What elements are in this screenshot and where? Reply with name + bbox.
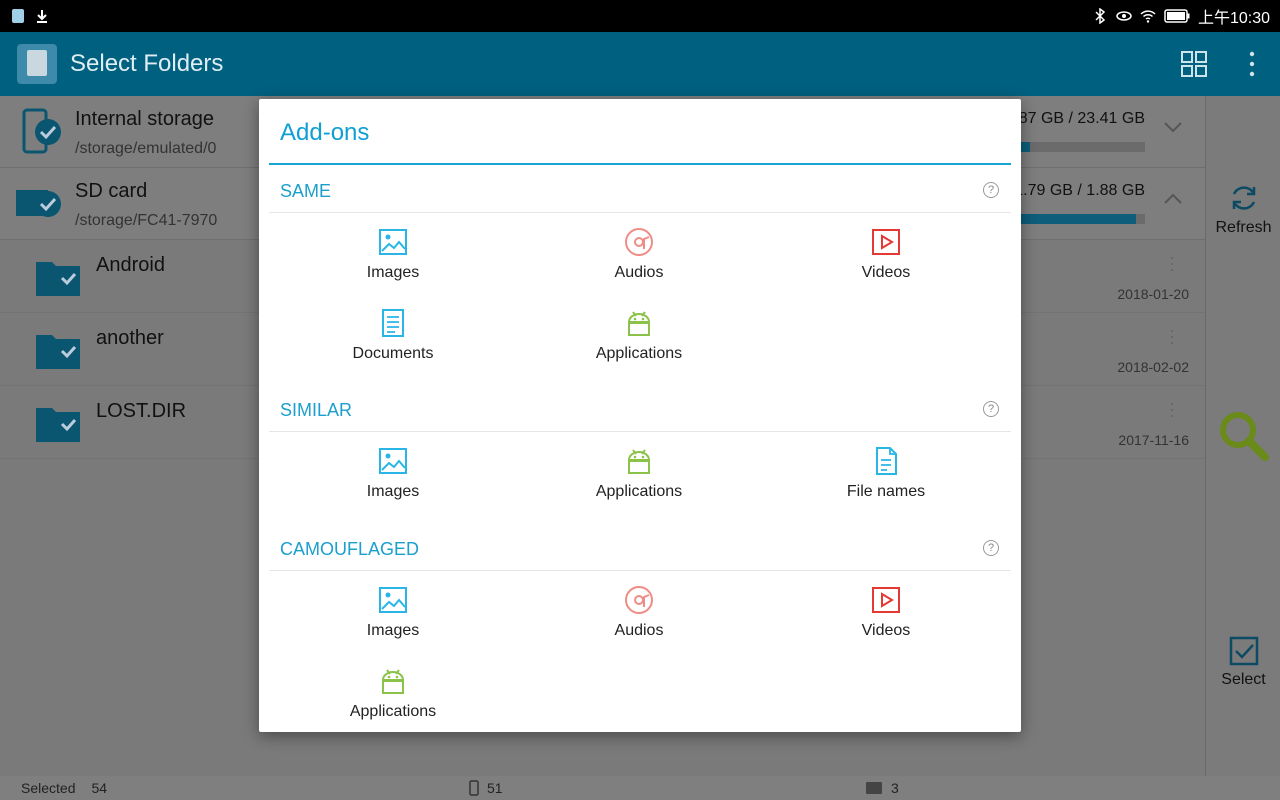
app-bar: Select Folders (0, 32, 1280, 96)
tile-label: Audios (614, 264, 664, 281)
folder-date: 2018-01-20 (1117, 286, 1189, 302)
storage-name: SD card (75, 180, 148, 202)
document-icon (382, 309, 404, 337)
wifi-icon (1140, 10, 1156, 23)
tile-label: Applications (349, 703, 437, 720)
clock: 上午10:30 (1197, 10, 1270, 27)
refresh-label: Refresh (1215, 219, 1272, 236)
image-icon (379, 229, 407, 255)
tile-label: Videos (861, 264, 911, 281)
folder-name: LOST.DIR (96, 400, 187, 422)
android-icon (381, 669, 405, 694)
dialog-title: Add-ons (280, 119, 370, 146)
more-icon[interactable]: · · · (1169, 321, 1175, 351)
tile-label: Applications (595, 345, 683, 362)
refresh-icon (1232, 186, 1255, 210)
storage-path: /storage/FC41-7970 (75, 212, 218, 229)
chevron-up-icon[interactable] (1163, 192, 1183, 206)
folder-date: 2017-11-16 (1118, 432, 1189, 448)
eye-icon (1116, 11, 1132, 21)
tile-label: Audios (614, 622, 664, 639)
search-icon (1219, 412, 1269, 461)
tile-camouflaged-images[interactable]: Images (270, 575, 516, 653)
tile-camouflaged-audios[interactable]: Audios (516, 575, 762, 653)
tile-label: Documents (352, 345, 434, 362)
image-icon (379, 448, 407, 474)
storage-name: Internal storage (75, 108, 214, 130)
phone-storage-icon (22, 108, 61, 154)
selected-count: 54 (91, 780, 108, 796)
android-icon (627, 449, 651, 474)
folder-checked-icon (36, 262, 80, 296)
sd-count: 3 (891, 780, 899, 796)
help-icon[interactable]: ? (983, 401, 999, 417)
help-icon[interactable]: ? (983, 540, 999, 556)
search-button[interactable] (1206, 408, 1280, 469)
download-icon (37, 10, 47, 23)
battery-icon (1164, 9, 1190, 23)
tile-camouflaged-applications[interactable]: Applications (270, 656, 516, 732)
file-names-icon (876, 447, 897, 475)
tile-same-documents[interactable]: Documents (270, 298, 516, 376)
folder-checked-icon (36, 408, 80, 442)
video-icon (872, 229, 900, 255)
storage-size: 1.79 GB / 1.88 GB (1014, 182, 1145, 199)
section-camouflaged: CAMOUFLAGED ? (269, 523, 1011, 571)
storage-size: .87 GB / 23.41 GB (1014, 110, 1145, 127)
tile-label: Videos (861, 622, 911, 639)
tile-same-images[interactable]: Images (270, 217, 516, 295)
section-label: CAMOUFLAGED (280, 539, 420, 559)
tile-similar-applications[interactable]: Applications (516, 436, 762, 514)
tile-label: Images (366, 264, 420, 281)
sd-card-icon (16, 190, 61, 217)
phone-icon (469, 780, 479, 796)
section-same: SAME ? (269, 165, 1011, 213)
more-icon[interactable]: · · · (1169, 248, 1175, 278)
folder-name: Android (96, 254, 165, 276)
right-rail: Refresh Select (1205, 96, 1280, 776)
select-button[interactable]: Select (1206, 636, 1280, 689)
tile-similar-file-names[interactable]: File names (763, 436, 1009, 514)
tile-label: Images (366, 622, 420, 639)
more-options-icon[interactable] (1248, 50, 1256, 78)
section-label: SAME (280, 181, 332, 201)
tile-same-applications[interactable]: Applications (516, 298, 762, 376)
tile-similar-images[interactable]: Images (270, 436, 516, 514)
audio-icon (625, 228, 653, 256)
image-icon (379, 587, 407, 613)
selected-label: Selected (21, 780, 76, 796)
sd-card-small-icon (866, 782, 882, 794)
tile-camouflaged-videos[interactable]: Videos (763, 575, 1009, 653)
grid-view-icon[interactable] (1180, 50, 1208, 78)
tile-same-audios[interactable]: Audios (516, 217, 762, 295)
section-label: SIMILAR (280, 400, 353, 420)
chevron-down-icon[interactable] (1163, 120, 1183, 134)
storage-path: /storage/emulated/0 (75, 140, 217, 157)
status-bar: 上午10:30 (0, 0, 1280, 32)
folder-checked-icon (36, 335, 80, 369)
folder-date: 2018-02-02 (1117, 359, 1189, 375)
checkbox-icon (1229, 636, 1258, 666)
more-icon[interactable]: · · · (1169, 394, 1175, 424)
addons-dialog: Add-ons SAME ? Images Audios Videos Docu… (259, 99, 1021, 732)
refresh-button[interactable]: Refresh (1206, 182, 1280, 237)
page-title: Select Folders (70, 50, 224, 77)
app-logo-icon (17, 44, 57, 84)
bottom-status-bar: Selected 54 51 3 (0, 776, 1280, 800)
select-label: Select (1221, 671, 1266, 688)
tile-same-videos[interactable]: Videos (763, 217, 1009, 295)
section-similar: SIMILAR ? (269, 384, 1011, 432)
tile-label: Images (366, 483, 420, 500)
android-icon (627, 311, 651, 336)
help-icon[interactable]: ? (983, 182, 999, 198)
phone-count: 51 (487, 780, 503, 796)
tile-label: File names (846, 483, 926, 500)
folder-name: another (96, 327, 164, 349)
notification-app-icon (12, 9, 24, 23)
video-icon (872, 587, 900, 613)
tile-label: Applications (595, 483, 683, 500)
audio-icon (625, 586, 653, 614)
bluetooth-icon (1095, 8, 1106, 24)
